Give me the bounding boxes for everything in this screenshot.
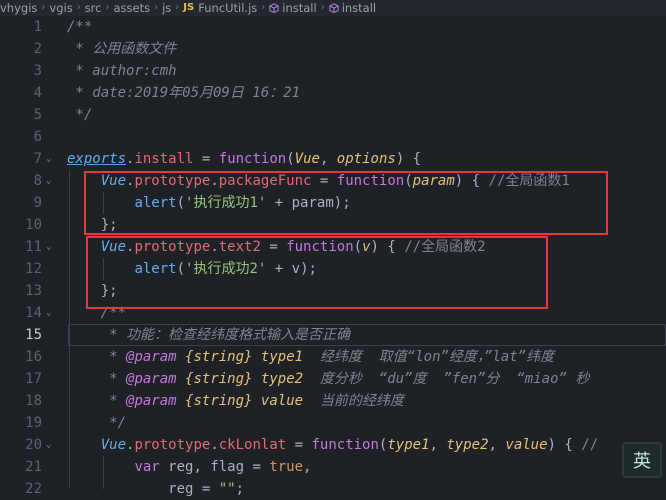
line-number: 3 — [33, 63, 42, 79]
breadcrumb-symbol-label: install — [341, 1, 377, 15]
breadcrumb-item[interactable]: vhygis — [0, 0, 37, 16]
chevron-right-icon: › — [175, 2, 180, 13]
code-line-7[interactable]: exports.install = function(Vue, options)… — [67, 148, 421, 170]
breadcrumb-item[interactable]: vgis — [49, 0, 72, 16]
code-line-18[interactable]: * @param {string} value 当前的经纬度 — [67, 390, 404, 412]
highlight-box-packageFunc — [84, 171, 608, 235]
chevron-right-icon: › — [261, 2, 266, 13]
code-editor[interactable]: 1 2 3 4 5 6 7 8 9 10 11 12 13 14 15 16 1… — [0, 16, 666, 497]
fold-chevron-icon[interactable]: ⌄ — [46, 302, 56, 324]
line-number: 2 — [33, 41, 42, 57]
method-cube-icon — [328, 3, 339, 13]
line-number: 16 — [25, 349, 42, 365]
code-line-15[interactable]: * 功能：检查经纬度格式输入是否正确 — [67, 324, 350, 346]
line-number: 22 — [25, 481, 42, 497]
line-number: 1 — [33, 19, 42, 35]
breadcrumb-symbol-label: install — [282, 1, 317, 15]
breadcrumb-symbol[interactable]: install — [328, 0, 377, 16]
code-line-17[interactable]: * @param {string} type2 度分秒 “du”度 ”fen”分… — [67, 368, 589, 390]
breadcrumb-item[interactable]: src — [85, 0, 102, 16]
breadcrumb-symbol[interactable]: install — [269, 0, 317, 16]
code-line-16[interactable]: * @param {string} type1 经纬度 取值“lon”经度，”l… — [67, 346, 554, 368]
line-number: 20 — [25, 437, 42, 453]
line-number: 17 — [25, 371, 42, 387]
code-line-1[interactable]: /** — [67, 16, 92, 38]
line-number: 11 — [25, 239, 42, 255]
line-number: 10 — [25, 217, 42, 233]
code-line-4[interactable]: * date:2019年05月09日 16：21 — [67, 82, 300, 104]
line-number: 5 — [33, 107, 42, 123]
breadcrumb-item[interactable]: assets — [113, 0, 150, 16]
highlight-box-text2 — [86, 236, 548, 309]
line-number: 7 — [33, 151, 42, 167]
code-line-22[interactable]: reg = ""; — [67, 478, 244, 500]
chevron-right-icon: › — [41, 2, 46, 13]
line-number: 12 — [25, 261, 42, 277]
chevron-right-icon: › — [154, 2, 159, 13]
line-number: 6 — [33, 129, 42, 145]
code-line-19[interactable]: */ — [67, 412, 126, 434]
line-number: 9 — [33, 195, 42, 211]
line-number-active: 15 — [25, 327, 42, 343]
chevron-right-icon: › — [76, 2, 81, 13]
line-number: 18 — [25, 393, 42, 409]
fold-chevron-icon[interactable]: ⌄ — [46, 236, 56, 258]
method-cube-icon — [269, 3, 279, 13]
line-number: 13 — [25, 283, 42, 299]
code-line-3[interactable]: * author:cmh — [67, 60, 176, 82]
line-number: 8 — [33, 173, 42, 189]
code-line-21[interactable]: var reg, flag = true, — [67, 456, 311, 478]
fold-chevron-icon[interactable]: ⌄ — [46, 170, 56, 192]
code-line-5[interactable]: */ — [67, 104, 92, 126]
line-number: 4 — [33, 85, 42, 101]
chevron-right-icon: › — [105, 2, 110, 13]
ime-indicator[interactable]: 英 — [622, 442, 662, 478]
breadcrumb: vhygis › vgis › src › assets › js › JS FuncUtil.js ›… — [0, 0, 666, 16]
line-number: 19 — [25, 415, 42, 431]
chevron-right-icon: › — [320, 2, 325, 13]
code-line-2[interactable]: * 公用函数文件 — [67, 38, 176, 60]
breadcrumb-file[interactable]: FuncUtil.js — [198, 0, 257, 16]
js-file-icon: JS — [183, 2, 195, 13]
code-line-20[interactable]: Vue.prototype.ckLonlat = function(type1,… — [67, 434, 598, 456]
line-number-gutter: 1 2 3 4 5 6 7 8 9 10 11 12 13 14 15 16 1… — [0, 16, 50, 497]
line-number: 14 — [25, 305, 42, 321]
breadcrumb-item[interactable]: js — [162, 0, 171, 16]
line-number: 21 — [25, 459, 42, 475]
fold-chevron-icon[interactable]: ⌄ — [46, 434, 56, 456]
fold-chevron-icon[interactable]: ⌄ — [46, 148, 56, 170]
